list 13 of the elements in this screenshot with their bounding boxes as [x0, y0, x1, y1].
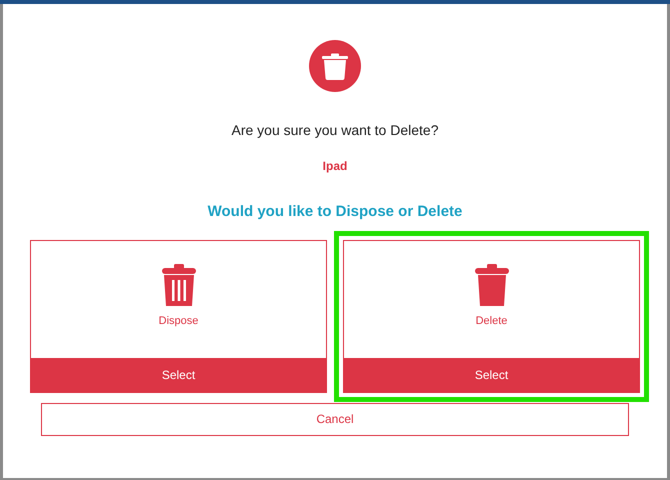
option-card[interactable]: Delete Select — [334, 230, 649, 402]
select-button[interactable]: Select — [31, 358, 326, 392]
trash-icon — [474, 264, 508, 306]
option-label: Dispose — [158, 314, 198, 328]
prompt-text: Would you like to Dispose or Delete — [208, 202, 462, 222]
trash-icon — [162, 264, 196, 306]
cancel-button[interactable]: Cancel — [41, 402, 629, 436]
option-label: Delete — [476, 314, 508, 328]
trash-icon — [309, 40, 361, 92]
item-name: Ipad — [322, 158, 348, 175]
option-card[interactable]: Dispose Select — [30, 240, 327, 392]
question-text: Are you sure you want to Delete? — [231, 121, 438, 140]
select-button[interactable]: Select — [344, 358, 639, 392]
